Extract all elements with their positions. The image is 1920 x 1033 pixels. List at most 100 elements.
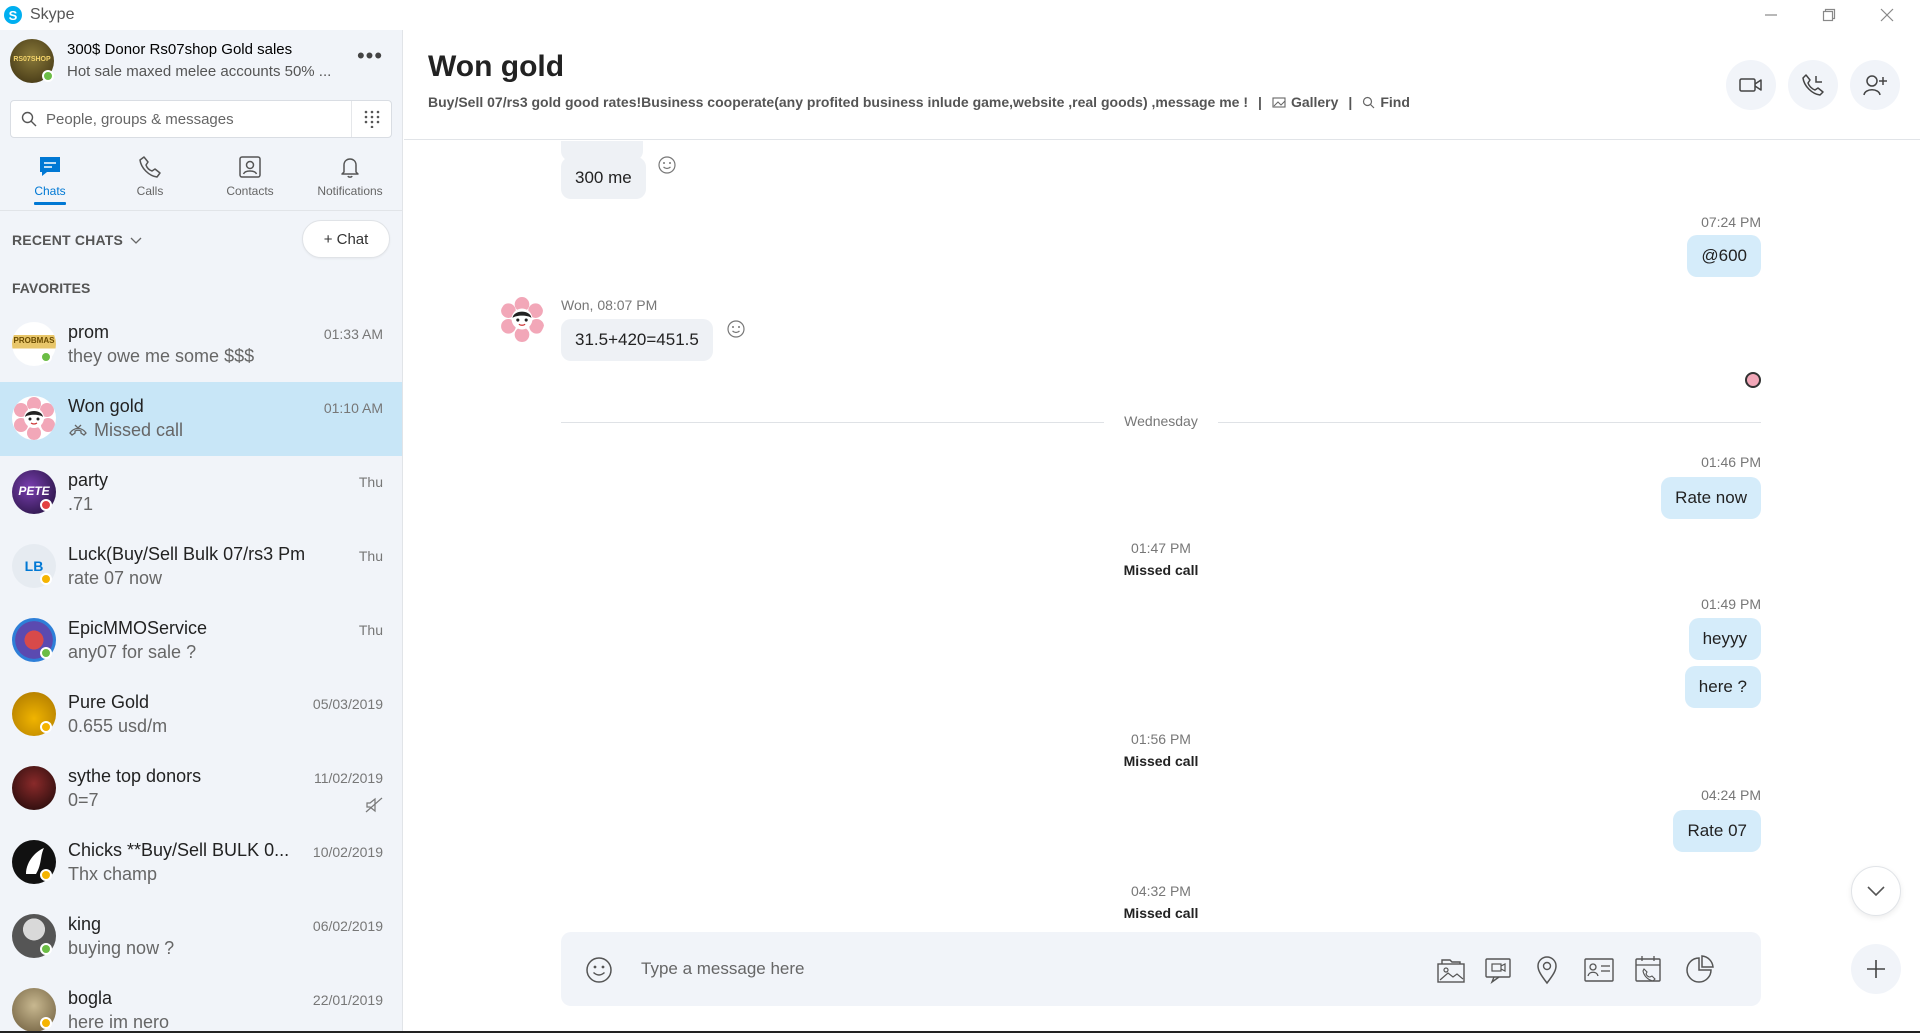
search-box (10, 100, 392, 138)
search-input[interactable] (46, 101, 356, 137)
minimize-button[interactable] (1742, 0, 1800, 30)
tab-chats-label: Chats (34, 184, 66, 198)
tab-calls-label: Calls (136, 184, 164, 198)
new-chat-button[interactable]: + Chat (302, 220, 390, 258)
chat-item-pure-gold[interactable]: Pure Gold 0.655 usd/m 05/03/2019 (0, 678, 402, 752)
separator: | (1258, 94, 1262, 110)
plus-icon (1867, 960, 1885, 978)
profile-header[interactable]: RS07SHOP 300$ Donor Rs07shop Gold sales … (0, 30, 402, 96)
system-message: 01:47 PM Missed call (1061, 540, 1261, 578)
chat-item-party[interactable]: PETE party .71 Thu (0, 456, 402, 530)
add-reaction-icon[interactable] (657, 155, 677, 175)
profile-mood: Hot sale maxed melee accounts 50% ... (67, 63, 332, 80)
presence-online-icon (40, 351, 52, 363)
message-bubble-outgoing[interactable]: here ? (1684, 666, 1761, 708)
chat-item-luck[interactable]: LB Luck(Buy/Sell Bulk 07/rs3 Pm ) rate 0… (0, 530, 402, 604)
chat-preview: 0.655 usd/m (68, 716, 168, 736)
chat-item-bogla[interactable]: bogla here im nero 22/01/2019 (0, 974, 402, 1033)
chat-time: 11/02/2019 (313, 770, 383, 786)
message-area[interactable]: 300 me 07:24 PM @600 Won, 08:07 PM 31.5+… (404, 141, 1920, 931)
chat-name: prom (68, 322, 110, 342)
close-button[interactable] (1858, 0, 1916, 30)
chat-item-chicks[interactable]: Chicks **Buy/Sell BULK 0... Thx champ 10… (0, 826, 402, 900)
tab-notifications[interactable]: Notifications (300, 148, 400, 210)
chat-item-won-gold[interactable]: Won gold Missed call 01:10 AM (0, 382, 402, 456)
audio-call-button[interactable] (1788, 60, 1838, 110)
chat-icon (40, 157, 60, 176)
schedule-call-button[interactable] (1633, 954, 1665, 986)
missed-call-icon (69, 424, 87, 436)
sender-avatar[interactable] (499, 296, 545, 342)
chat-name: king (68, 914, 102, 934)
create-poll-button[interactable] (1683, 954, 1715, 986)
recent-chats-header[interactable]: RECENT CHATS (12, 232, 142, 248)
send-location-button[interactable] (1531, 954, 1563, 986)
search-icon (21, 111, 37, 127)
chat-item-prom[interactable]: PROBMAS prom they owe me some $$$ 01:33 … (0, 308, 402, 382)
chat-name: sythe top donors (68, 766, 202, 786)
avatar (12, 766, 56, 810)
video-message-button[interactable] (1483, 954, 1515, 986)
favorites-header: FAVORITES (12, 280, 91, 296)
chat-name: Pure Gold (68, 692, 150, 712)
chat-item-king[interactable]: king buying now ? 06/02/2019 (0, 900, 402, 974)
message-composer (561, 932, 1761, 1006)
restore-button[interactable] (1800, 0, 1858, 30)
more-options-button[interactable]: ••• (352, 45, 388, 74)
schedule-call-icon (1635, 956, 1661, 982)
gallery-label: Gallery (1290, 94, 1339, 110)
system-message: 04:32 PM Missed call (1061, 883, 1261, 921)
chat-time: Thu (358, 474, 383, 490)
divider (0, 210, 402, 211)
system-message-time: 04:32 PM (1131, 883, 1191, 899)
dialpad-button[interactable] (351, 101, 391, 137)
presence-online-icon (40, 647, 52, 659)
message-bubble-outgoing[interactable]: heyyy (1688, 618, 1761, 660)
add-reaction-icon[interactable] (726, 319, 746, 339)
presence-away-icon (40, 1017, 52, 1029)
gallery-button[interactable]: Gallery (1272, 94, 1338, 110)
message-sender-timestamp: Won, 08:07 PM (561, 297, 658, 313)
tab-contacts-label: Contacts (226, 184, 274, 198)
chat-time: 22/01/2019 (312, 992, 383, 1008)
message-bubble-outgoing[interactable]: Rate 07 (1673, 810, 1761, 852)
skype-logo-icon: S (4, 6, 22, 24)
chat-item-sythe-top-donors[interactable]: sythe top donors 0=7 11/02/2019 (0, 752, 402, 826)
chat-item-epicmmoservice[interactable]: EpicMMOService any07 for sale ? Thu (0, 604, 402, 678)
conversation-mood: Buy/Sell 07/rs3 gold good rates!Business… (428, 94, 1249, 110)
system-message-text: Missed call (1123, 905, 1199, 921)
message-bubble[interactable]: 31.5+420=451.5 (561, 319, 713, 361)
sidebar: RS07SHOP 300$ Donor Rs07shop Gold sales … (0, 30, 403, 1033)
chat-name: Chicks **Buy/Sell BULK 0... (68, 840, 290, 860)
add-people-button[interactable] (1850, 60, 1900, 110)
tab-chats[interactable]: Chats (0, 148, 100, 210)
message-timestamp: 01:49 PM (1701, 596, 1761, 612)
contacts-icon (239, 156, 261, 178)
presence-away-icon (40, 721, 52, 733)
send-file-button[interactable] (1435, 954, 1467, 986)
video-camera-icon (1739, 78, 1762, 92)
video-call-button[interactable] (1726, 60, 1776, 110)
tab-contacts[interactable]: Contacts (200, 148, 300, 210)
chat-list: PROBMAS prom they owe me some $$$ 01:33 … (0, 308, 402, 1033)
scroll-to-bottom-button[interactable] (1851, 866, 1901, 916)
chat-preview: here im nero (68, 1012, 170, 1032)
system-message-text: Missed call (1123, 753, 1199, 769)
chat-time: 10/02/2019 (312, 844, 383, 860)
tab-calls[interactable]: Calls (100, 148, 200, 210)
poll-icon (1686, 955, 1714, 983)
chat-preview: any07 for sale ? (68, 642, 197, 662)
message-bubble-outgoing[interactable]: Rate now (1661, 477, 1761, 519)
presence-online-icon (42, 70, 54, 82)
message-bubble-outgoing[interactable]: @600 (1687, 235, 1761, 277)
more-actions-button[interactable] (1851, 944, 1901, 994)
send-contact-button[interactable] (1583, 954, 1615, 986)
message-bubble[interactable]: 300 me (561, 157, 646, 199)
read-receipt-avatar (1745, 372, 1761, 388)
emoji-icon[interactable] (585, 956, 613, 984)
chevron-down-icon (130, 237, 142, 244)
message-timestamp: 07:24 PM (1701, 214, 1761, 230)
find-button[interactable]: Find (1362, 94, 1410, 110)
message-input[interactable] (641, 932, 1341, 1006)
conversation-title[interactable]: Won gold (428, 50, 564, 84)
